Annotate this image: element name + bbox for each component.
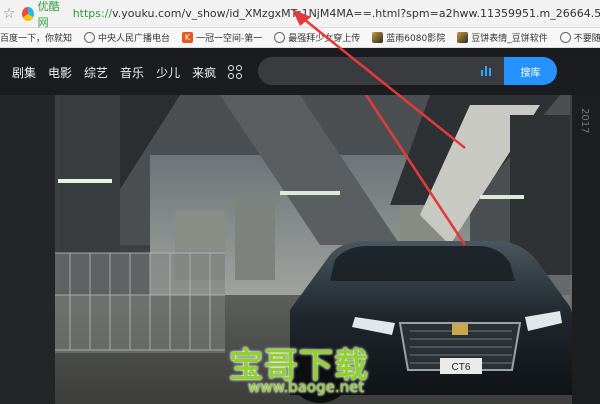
browser-window: ☆ 优酷网 https://v.youku.com/v_show/id_XMzg… bbox=[0, 0, 600, 404]
watermark-url: www.baoge.net bbox=[248, 378, 365, 396]
